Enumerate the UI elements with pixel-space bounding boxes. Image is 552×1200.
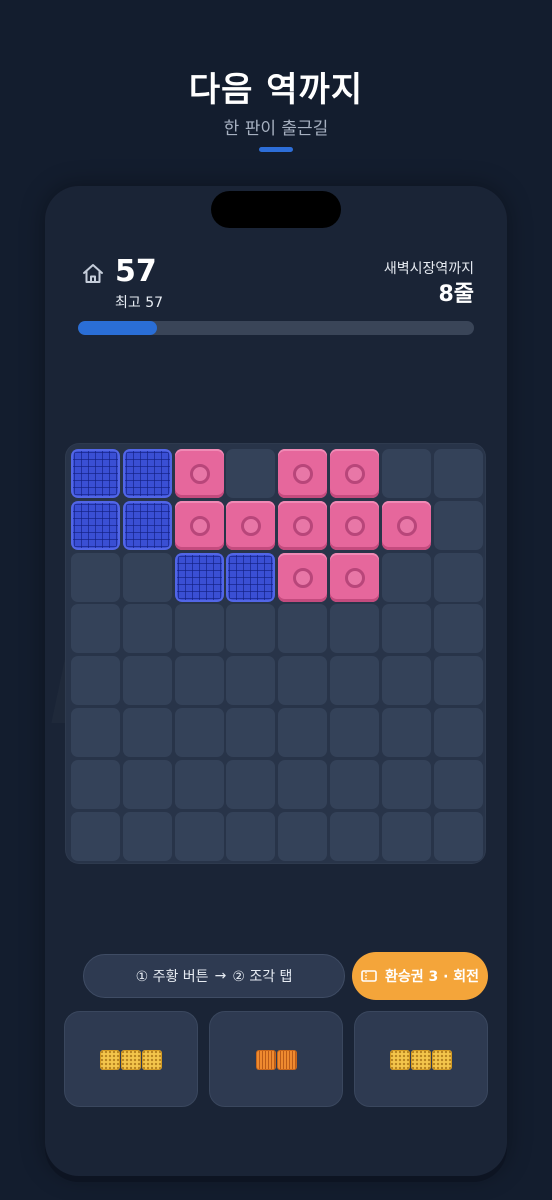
blue-block[interactable]: [71, 449, 120, 498]
empty-cell[interactable]: [433, 604, 483, 654]
piece-block: [390, 1050, 410, 1070]
empty-cell[interactable]: [278, 708, 328, 757]
piece-block: [142, 1050, 162, 1070]
empty-cell[interactable]: [433, 656, 483, 706]
empty-cell[interactable]: [71, 811, 120, 861]
empty-cell[interactable]: [433, 449, 483, 498]
empty-cell[interactable]: [174, 604, 224, 654]
page-title: 다음 역까지: [188, 70, 364, 110]
ticket-icon: [361, 970, 377, 982]
empty-cell[interactable]: [433, 708, 483, 757]
hint-step-1: ① 주황 버튼: [135, 969, 209, 985]
pink-block[interactable]: [174, 500, 224, 550]
transfer-ticket-button[interactable]: 환승권 3 · 회전: [352, 952, 488, 1000]
orange-piece[interactable]: [255, 1050, 297, 1070]
empty-cell[interactable]: [278, 759, 328, 809]
empty-cell[interactable]: [278, 811, 328, 861]
empty-cell[interactable]: [71, 708, 120, 757]
transfer-ticket-label: 환승권 3 · 회전: [384, 969, 480, 985]
piece-block: [121, 1050, 141, 1070]
blue-block[interactable]: [71, 500, 120, 550]
piece-block: [255, 1050, 276, 1070]
empty-cell[interactable]: [278, 604, 328, 654]
empty-cell[interactable]: [122, 604, 172, 654]
piece-block: [411, 1050, 431, 1070]
goal-lines-remaining: 8줄: [438, 282, 474, 307]
empty-cell[interactable]: [226, 449, 276, 498]
progress-fill: [78, 321, 158, 335]
empty-cell[interactable]: [226, 759, 276, 809]
arrow-icon: →: [214, 968, 227, 984]
empty-cell[interactable]: [381, 604, 431, 654]
empty-cell[interactable]: [174, 708, 224, 757]
empty-cell[interactable]: [174, 656, 224, 706]
empty-cell[interactable]: [330, 656, 379, 706]
pink-block[interactable]: [278, 500, 328, 550]
empty-cell[interactable]: [122, 759, 172, 809]
empty-cell[interactable]: [71, 552, 120, 602]
empty-cell[interactable]: [71, 759, 120, 809]
piece-block: [432, 1050, 452, 1070]
empty-cell[interactable]: [381, 708, 431, 757]
piece-block: [100, 1050, 120, 1070]
phone-notch: [211, 191, 341, 228]
hint-step-2: ② 조각 탭: [232, 969, 293, 985]
yellow-piece[interactable]: [390, 1050, 452, 1070]
title-underline: [259, 147, 293, 152]
empty-cell[interactable]: [122, 656, 172, 706]
page-subtitle: 한 판이 출근길: [223, 119, 329, 139]
empty-cell[interactable]: [433, 811, 483, 861]
empty-cell[interactable]: [226, 604, 276, 654]
pink-block[interactable]: [226, 500, 276, 550]
empty-cell[interactable]: [226, 811, 276, 861]
piece-tray-slot[interactable]: [64, 1011, 198, 1107]
piece-tray-slot[interactable]: [354, 1011, 488, 1107]
empty-cell[interactable]: [226, 656, 276, 706]
best-score: 최고 57: [115, 295, 164, 311]
empty-cell[interactable]: [226, 708, 276, 757]
empty-cell[interactable]: [278, 656, 328, 706]
blue-block[interactable]: [122, 449, 172, 498]
empty-cell[interactable]: [433, 552, 483, 602]
progress-bar: [78, 321, 474, 335]
hint-pill: ① 주황 버튼 → ② 조각 탭: [83, 954, 345, 998]
blue-block[interactable]: [226, 552, 276, 602]
empty-cell[interactable]: [381, 811, 431, 861]
empty-cell[interactable]: [330, 759, 379, 809]
empty-cell[interactable]: [330, 708, 379, 757]
score-value: 57: [115, 254, 157, 289]
pink-block[interactable]: [278, 449, 328, 498]
empty-cell[interactable]: [330, 811, 379, 861]
goal-station-label: 새벽시장역까지: [383, 261, 474, 277]
empty-cell[interactable]: [71, 604, 120, 654]
blue-block[interactable]: [174, 552, 224, 602]
pink-block[interactable]: [330, 552, 379, 602]
empty-cell[interactable]: [330, 604, 379, 654]
empty-cell[interactable]: [433, 759, 483, 809]
home-icon[interactable]: [81, 262, 105, 286]
empty-cell[interactable]: [433, 500, 483, 550]
empty-cell[interactable]: [381, 552, 431, 602]
pink-block[interactable]: [174, 449, 224, 498]
blue-block[interactable]: [122, 500, 172, 550]
pink-block[interactable]: [330, 449, 379, 498]
yellow-piece[interactable]: [100, 1050, 162, 1070]
empty-cell[interactable]: [381, 759, 431, 809]
empty-cell[interactable]: [122, 552, 172, 602]
piece-tray-slot[interactable]: [209, 1011, 343, 1107]
empty-cell[interactable]: [122, 708, 172, 757]
empty-cell[interactable]: [381, 449, 431, 498]
pink-block[interactable]: [278, 552, 328, 602]
pink-block[interactable]: [330, 500, 379, 550]
empty-cell[interactable]: [381, 656, 431, 706]
empty-cell[interactable]: [174, 811, 224, 861]
empty-cell[interactable]: [174, 759, 224, 809]
empty-cell[interactable]: [71, 656, 120, 706]
piece-block: [276, 1050, 297, 1070]
game-board[interactable]: [65, 443, 486, 864]
empty-cell[interactable]: [122, 811, 172, 861]
pink-block[interactable]: [381, 500, 431, 550]
phone-frame: N 57 최고 57 새벽시장역까지 8줄 ① 주황 버튼 → ② 조각 탭 환…: [45, 186, 507, 1176]
